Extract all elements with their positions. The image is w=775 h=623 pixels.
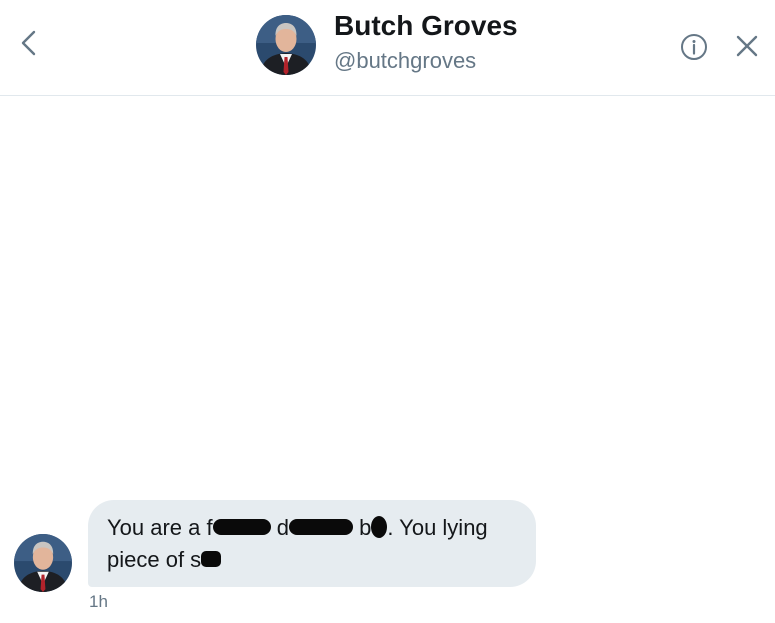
message-line-2: piece of s	[107, 544, 518, 576]
chevron-left-icon	[21, 30, 36, 56]
avatar-image	[14, 534, 72, 592]
message-bubble[interactable]: You are a f d b . You lying piece of s	[88, 500, 536, 587]
info-circle-icon	[681, 34, 707, 60]
message-line-1: You are a f d b . You lying	[107, 512, 518, 544]
info-button[interactable]	[680, 33, 708, 61]
redaction-mark	[371, 516, 388, 539]
dm-conversation-screen: Butch Groves @butchgroves You are a f d …	[0, 0, 775, 623]
sender-avatar[interactable]	[14, 534, 72, 592]
redaction-mark	[212, 519, 271, 536]
header-name: Butch Groves	[334, 10, 518, 41]
message-text: You are a f	[107, 515, 213, 540]
conversation-header: Butch Groves @butchgroves	[0, 0, 775, 96]
close-button[interactable]	[735, 34, 759, 58]
close-icon	[736, 35, 758, 57]
redaction-mark	[288, 519, 353, 536]
message-text: . You lying	[387, 515, 488, 540]
back-button[interactable]	[14, 26, 44, 60]
redaction-mark	[201, 551, 222, 568]
header-handle: @butchgroves	[334, 48, 477, 73]
header-avatar[interactable]	[256, 15, 316, 75]
message-text: d	[276, 515, 289, 540]
message-thread: You are a f d b . You lying piece of s 1h	[0, 96, 775, 623]
message-text: piece of s	[107, 547, 202, 572]
message-text: b	[359, 515, 372, 540]
avatar-image	[256, 15, 316, 75]
message-timestamp: 1h	[89, 592, 108, 611]
